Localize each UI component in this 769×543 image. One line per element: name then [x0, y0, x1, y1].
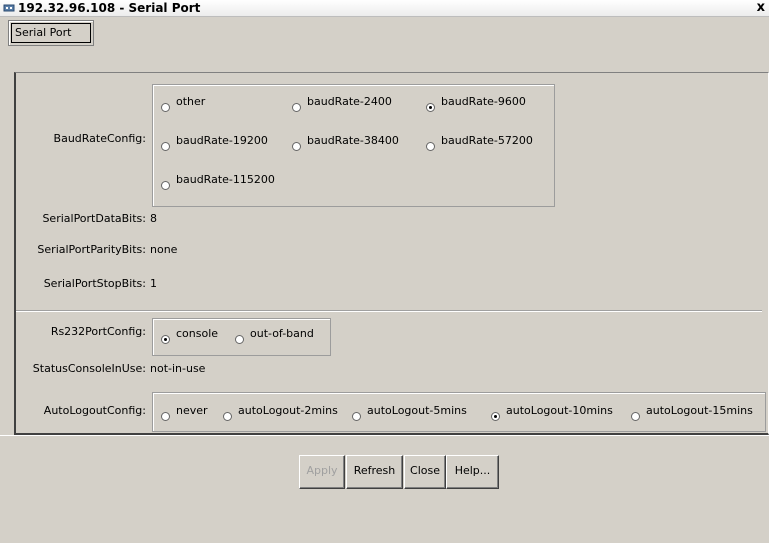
radio-button-icon[interactable] — [292, 142, 301, 151]
status-console-value: not-in-use — [150, 362, 206, 375]
close-icon[interactable]: x — [757, 0, 765, 16]
radio-option-label: autoLogout-5mins — [367, 404, 467, 417]
radio-button-icon[interactable] — [631, 412, 640, 421]
data-bits-value: 8 — [150, 212, 157, 225]
close-button[interactable]: Close — [404, 455, 446, 489]
radio-option-label: autoLogout-15mins — [646, 404, 753, 417]
apply-button[interactable]: Apply — [299, 455, 345, 489]
radio-button-icon[interactable] — [223, 412, 232, 421]
radio-button-icon[interactable] — [491, 412, 500, 421]
data-bits-label: SerialPortDataBits: — [42, 212, 146, 225]
title-bar: 192.32.96.108 - Serial Port x — [0, 0, 769, 17]
radio-button-icon[interactable] — [426, 142, 435, 151]
radio-option-label: baudRate-19200 — [176, 134, 268, 147]
radio-button-icon[interactable] — [161, 335, 170, 344]
radio-button-icon[interactable] — [352, 412, 361, 421]
stop-bits-value: 1 — [150, 277, 157, 290]
parity-bits-value: none — [150, 243, 178, 256]
autologout-option-autologout-5mins[interactable]: autoLogout-5mins — [352, 404, 467, 421]
serial-port-window: 192.32.96.108 - Serial Port x Serial Por… — [0, 0, 769, 543]
baud-option-baudrate-57200[interactable]: baudRate-57200 — [426, 134, 533, 151]
section-divider — [16, 310, 762, 312]
radio-option-label: never — [176, 404, 208, 417]
help-button[interactable]: Help... — [446, 455, 499, 489]
autologout-option-never[interactable]: never — [161, 404, 208, 421]
baud-option-baudrate-115200[interactable]: baudRate-115200 — [161, 173, 275, 190]
radio-option-label: baudRate-38400 — [307, 134, 399, 147]
baud-option-baudrate-19200[interactable]: baudRate-19200 — [161, 134, 268, 151]
network-device-icon — [3, 4, 15, 12]
auto-logout-label: AutoLogoutConfig: — [43, 404, 146, 417]
baud-rate-label: BaudRateConfig: — [53, 132, 146, 145]
radio-option-label: out-of-band — [250, 327, 314, 340]
radio-button-icon[interactable] — [292, 103, 301, 112]
parity-bits-label: SerialPortParityBits: — [37, 243, 146, 256]
rs232-label: Rs232PortConfig: — [50, 325, 146, 338]
baud-option-baudrate-2400[interactable]: baudRate-2400 — [292, 95, 392, 112]
radio-option-label: other — [176, 95, 206, 108]
radio-option-label: baudRate-115200 — [176, 173, 275, 186]
radio-button-icon[interactable] — [161, 412, 170, 421]
radio-option-label: autoLogout-10mins — [506, 404, 613, 417]
rs232-option-console[interactable]: console — [161, 327, 219, 344]
rs232-option-out-of-band[interactable]: out-of-band — [235, 327, 314, 344]
tab-serial-port-label: Serial Port — [11, 23, 91, 43]
baud-option-baudrate-38400[interactable]: baudRate-38400 — [292, 134, 399, 151]
autologout-option-autologout-2mins[interactable]: autoLogout-2mins — [223, 404, 338, 421]
radio-option-label: baudRate-57200 — [441, 134, 533, 147]
stop-bits-label: SerialPortStopBits: — [43, 277, 146, 290]
radio-button-icon[interactable] — [161, 103, 170, 112]
baud-option-other[interactable]: other — [161, 95, 206, 112]
tab-serial-port[interactable]: Serial Port — [8, 20, 94, 46]
radio-button-icon[interactable] — [161, 142, 170, 151]
baud-option-baudrate-9600[interactable]: baudRate-9600 — [426, 95, 526, 112]
radio-option-label: baudRate-9600 — [441, 95, 526, 108]
radio-button-icon[interactable] — [426, 103, 435, 112]
radio-option-label: baudRate-2400 — [307, 95, 392, 108]
button-bar: Apply Refresh Close Help... — [0, 435, 769, 543]
status-console-label: StatusConsoleInUse: — [32, 362, 146, 375]
autologout-option-autologout-15mins[interactable]: autoLogout-15mins — [631, 404, 753, 421]
refresh-button[interactable]: Refresh — [346, 455, 403, 489]
window-title: 192.32.96.108 - Serial Port — [18, 1, 201, 15]
radio-button-icon[interactable] — [235, 335, 244, 344]
autologout-option-autologout-10mins[interactable]: autoLogout-10mins — [491, 404, 613, 421]
radio-option-label: console — [176, 327, 219, 340]
radio-button-icon[interactable] — [161, 181, 170, 190]
radio-option-label: autoLogout-2mins — [238, 404, 338, 417]
